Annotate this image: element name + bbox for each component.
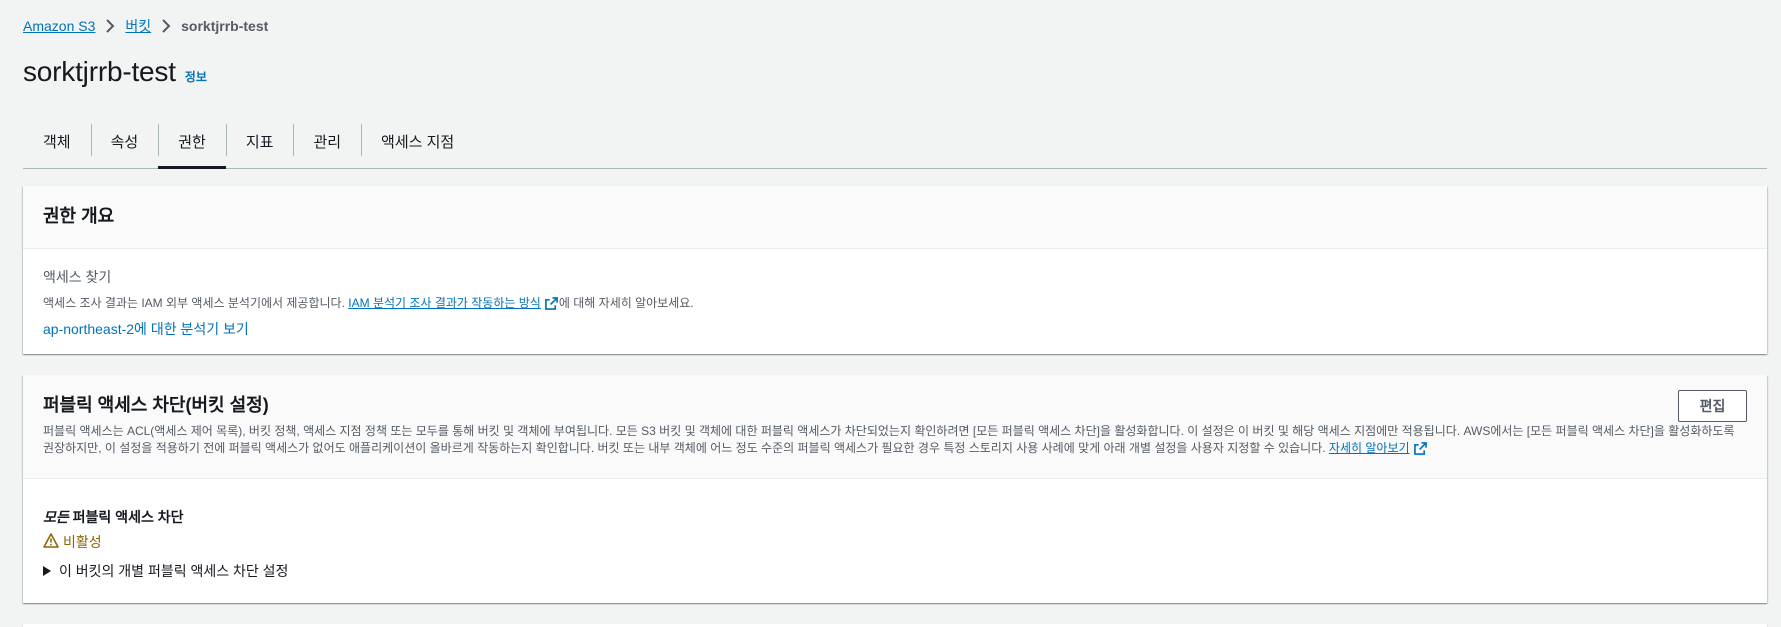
expander-label: 이 버킷의 개별 퍼블릭 액세스 차단 설정 [59, 563, 289, 579]
access-findings-label: 액세스 찾기 [43, 269, 112, 285]
iam-analyzer-findings-link[interactable]: IAM 분석기 조사 결과가 작동하는 방식 [348, 296, 541, 310]
view-analyzer-link[interactable]: ap-northeast-2에 대한 분석기 보기 [43, 319, 249, 339]
individual-settings-expander[interactable]: 이 버킷의 개별 퍼블릭 액세스 차단 설정 [43, 561, 1747, 581]
permissions-overview-title: 권한 개요 [43, 206, 115, 226]
tab-metrics[interactable]: 지표 [225, 114, 294, 168]
block-public-access-body: 모든 퍼블릭 액세스 차단 비활성 이 버킷의 개별 퍼블릭 액세스 차단 설정 [23, 479, 1767, 609]
tab-properties[interactable]: 속성 [90, 114, 159, 168]
chevron-right-icon [151, 19, 181, 33]
status-badge: 비활성 [43, 532, 1747, 552]
breadcrumb-buckets[interactable]: 버킷 [125, 16, 151, 36]
tab-bar: 객체 속성 권한 지표 관리 액세스 지점 [23, 114, 1767, 169]
block-public-access-panel: 퍼블릭 액세스 차단(버킷 설정) 편집 퍼블릭 액세스는 ACL(액세스 제어… [23, 375, 1767, 603]
permissions-overview-panel: 권한 개요 액세스 찾기 액세스 조사 결과는 IAM 외부 액세스 분석기에서… [23, 186, 1767, 354]
tab-access-points[interactable]: 액세스 지점 [361, 114, 474, 168]
caret-right-icon[interactable] [43, 563, 59, 579]
block-public-access-header: 퍼블릭 액세스 차단(버킷 설정) 편집 퍼블릭 액세스는 ACL(액세스 제어… [23, 375, 1767, 479]
page-header: sorktjrrb-test 정보 [23, 56, 207, 88]
tab-objects[interactable]: 객체 [23, 114, 91, 168]
block-public-access-title: 퍼블릭 액세스 차단(버킷 설정) [43, 395, 269, 415]
chevron-right-icon [95, 19, 125, 33]
tab-permissions[interactable]: 권한 [158, 114, 226, 169]
tab-management[interactable]: 관리 [293, 114, 361, 168]
external-link-icon[interactable] [1413, 442, 1427, 460]
breadcrumb-amazon-s3[interactable]: Amazon S3 [23, 18, 95, 34]
block-public-access-description: 퍼블릭 액세스는 ACL(액세스 제어 목록), 버킷 정책, 액세스 지점 정… [43, 423, 1747, 460]
access-findings-description: 액세스 조사 결과는 IAM 외부 액세스 분석기에서 제공합니다. IAM 분… [43, 294, 1747, 315]
info-link[interactable]: 정보 [185, 68, 207, 85]
external-link-icon[interactable] [544, 297, 558, 315]
warning-icon [43, 533, 63, 551]
block-all-public-access-label: 모든 퍼블릭 액세스 차단 [43, 509, 184, 525]
page-title: sorktjrrb-test [23, 56, 176, 87]
status-text: 비활성 [63, 534, 102, 550]
permissions-overview-body: 액세스 찾기 액세스 조사 결과는 IAM 외부 액세스 분석기에서 제공합니다… [23, 249, 1767, 357]
breadcrumb-current: sorktjrrb-test [181, 18, 269, 34]
edit-button[interactable]: 편집 [1678, 390, 1747, 422]
permissions-overview-header: 권한 개요 [23, 186, 1767, 249]
breadcrumb: Amazon S3 버킷 sorktjrrb-test [23, 16, 268, 36]
learn-more-link[interactable]: 자세히 알아보기 [1329, 441, 1410, 455]
